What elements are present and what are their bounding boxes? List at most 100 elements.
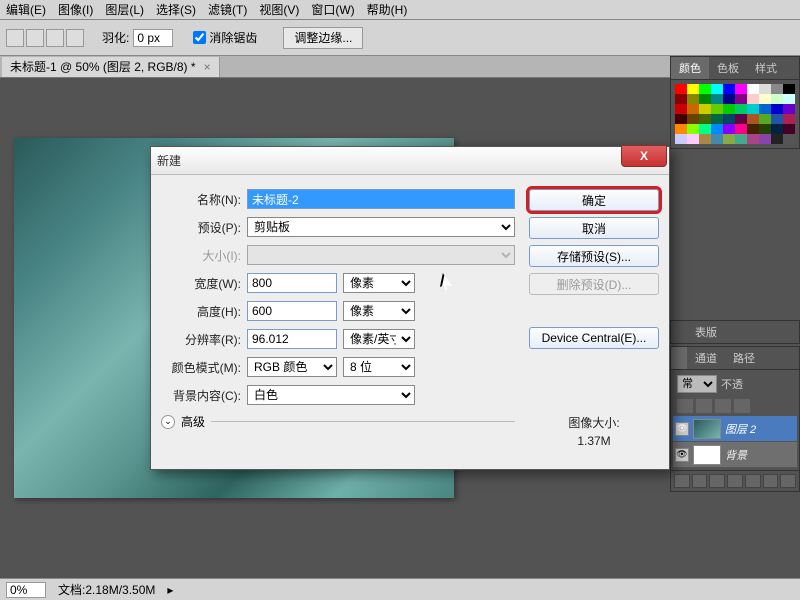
tab-layers[interactable] [671, 347, 687, 369]
selection-new-icon[interactable] [6, 29, 24, 47]
swatch[interactable] [735, 104, 747, 114]
close-button[interactable]: X [621, 145, 667, 167]
trash-icon[interactable] [780, 474, 796, 488]
swatch[interactable] [687, 104, 699, 114]
height-input[interactable] [247, 301, 337, 321]
swatch[interactable] [675, 94, 687, 104]
swatch[interactable] [723, 84, 735, 94]
swatch[interactable] [711, 124, 723, 134]
color-mode-select[interactable]: RGB 颜色 [247, 357, 337, 377]
menu-filter[interactable]: 滤镜(T) [208, 1, 247, 18]
name-input[interactable] [247, 189, 515, 209]
layer-thumbnail[interactable] [693, 445, 721, 465]
save-preset-button[interactable]: 存储预设(S)... [529, 245, 659, 267]
bit-depth-select[interactable]: 8 位 [343, 357, 415, 377]
swatch[interactable] [723, 124, 735, 134]
menu-layer[interactable]: 图层(L) [105, 1, 144, 18]
swatch[interactable] [783, 84, 795, 94]
swatch[interactable] [747, 124, 759, 134]
background-select[interactable]: 白色 [247, 385, 415, 405]
lock-transparent-icon[interactable] [677, 399, 693, 413]
visibility-icon[interactable]: 👁 [675, 448, 689, 462]
tab-paths[interactable]: 路径 [725, 347, 763, 369]
preset-select[interactable]: 剪贴板 [247, 217, 515, 237]
swatch[interactable] [711, 94, 723, 104]
swatch[interactable] [735, 84, 747, 94]
swatch[interactable] [699, 94, 711, 104]
mask-icon[interactable] [709, 474, 725, 488]
lock-position-icon[interactable] [715, 399, 731, 413]
tab-adjustments[interactable] [671, 321, 687, 343]
layer-name[interactable]: 图层 2 [725, 421, 795, 437]
selection-intersect-icon[interactable] [66, 29, 84, 47]
swatch[interactable] [783, 94, 795, 104]
swatch[interactable] [771, 84, 783, 94]
layer-item[interactable]: 👁 背景 [673, 442, 797, 468]
swatch[interactable] [759, 134, 771, 144]
layer-item[interactable]: 👁 图层 2 [673, 416, 797, 442]
swatch[interactable] [723, 94, 735, 104]
resolution-unit-select[interactable]: 像素/英寸 [343, 329, 415, 349]
swatch[interactable] [687, 84, 699, 94]
lock-pixels-icon[interactable] [696, 399, 712, 413]
swatch[interactable] [747, 84, 759, 94]
blend-mode-select[interactable]: 常 [677, 375, 717, 393]
layer-thumbnail[interactable] [693, 419, 721, 439]
swatch[interactable] [747, 134, 759, 144]
swatch[interactable] [699, 124, 711, 134]
swatch[interactable] [687, 124, 699, 134]
swatch[interactable] [675, 114, 687, 124]
resolution-input[interactable] [247, 329, 337, 349]
swatch[interactable] [687, 94, 699, 104]
swatch[interactable] [675, 104, 687, 114]
feather-input[interactable] [133, 29, 173, 47]
swatch[interactable] [699, 104, 711, 114]
advanced-toggle[interactable]: ⌄ 高级 [161, 413, 515, 430]
width-unit-select[interactable]: 像素 [343, 273, 415, 293]
cancel-button[interactable]: 取消 [529, 217, 659, 239]
swatch[interactable] [699, 84, 711, 94]
swatch[interactable] [687, 134, 699, 144]
swatch[interactable] [747, 114, 759, 124]
menu-select[interactable]: 选择(S) [156, 1, 196, 18]
dialog-titlebar[interactable]: 新建 X [151, 147, 669, 175]
swatch[interactable] [759, 124, 771, 134]
swatch[interactable] [771, 104, 783, 114]
tab-swatches[interactable]: 色板 [709, 57, 747, 79]
swatch[interactable] [771, 114, 783, 124]
swatch[interactable] [783, 104, 795, 114]
device-central-button[interactable]: Device Central(E)... [529, 327, 659, 349]
menu-edit[interactable]: 编辑(E) [6, 1, 46, 18]
ok-button[interactable]: 确定 [529, 189, 659, 211]
swatch[interactable] [759, 94, 771, 104]
menu-help[interactable]: 帮助(H) [367, 1, 408, 18]
swatch[interactable] [771, 94, 783, 104]
swatch[interactable] [711, 84, 723, 94]
selection-add-icon[interactable] [26, 29, 44, 47]
adjustment-layer-icon[interactable] [727, 474, 743, 488]
swatch[interactable] [675, 124, 687, 134]
close-icon[interactable]: × [204, 60, 211, 74]
swatch[interactable] [675, 84, 687, 94]
tab-color[interactable]: 颜色 [671, 57, 709, 79]
tab-channels[interactable]: 通道 [687, 347, 725, 369]
refine-edge-button[interactable]: 调整边缘... [283, 27, 363, 49]
swatch[interactable] [687, 114, 699, 124]
zoom-input[interactable] [6, 582, 46, 598]
visibility-icon[interactable]: 👁 [675, 422, 689, 436]
swatch[interactable] [711, 114, 723, 124]
swatch[interactable] [711, 104, 723, 114]
swatch[interactable] [723, 114, 735, 124]
swatch[interactable] [747, 104, 759, 114]
group-icon[interactable] [745, 474, 761, 488]
swatch[interactable] [735, 124, 747, 134]
swatch[interactable] [735, 134, 747, 144]
swatch[interactable] [699, 114, 711, 124]
antialias-checkbox[interactable] [193, 31, 206, 44]
document-tab[interactable]: 未标题-1 @ 50% (图层 2, RGB/8) * × [2, 57, 220, 77]
swatch[interactable] [735, 94, 747, 104]
new-layer-icon[interactable] [763, 474, 779, 488]
tab-styles[interactable]: 样式 [747, 57, 785, 79]
swatch[interactable] [771, 134, 783, 144]
menu-image[interactable]: 图像(I) [58, 1, 93, 18]
